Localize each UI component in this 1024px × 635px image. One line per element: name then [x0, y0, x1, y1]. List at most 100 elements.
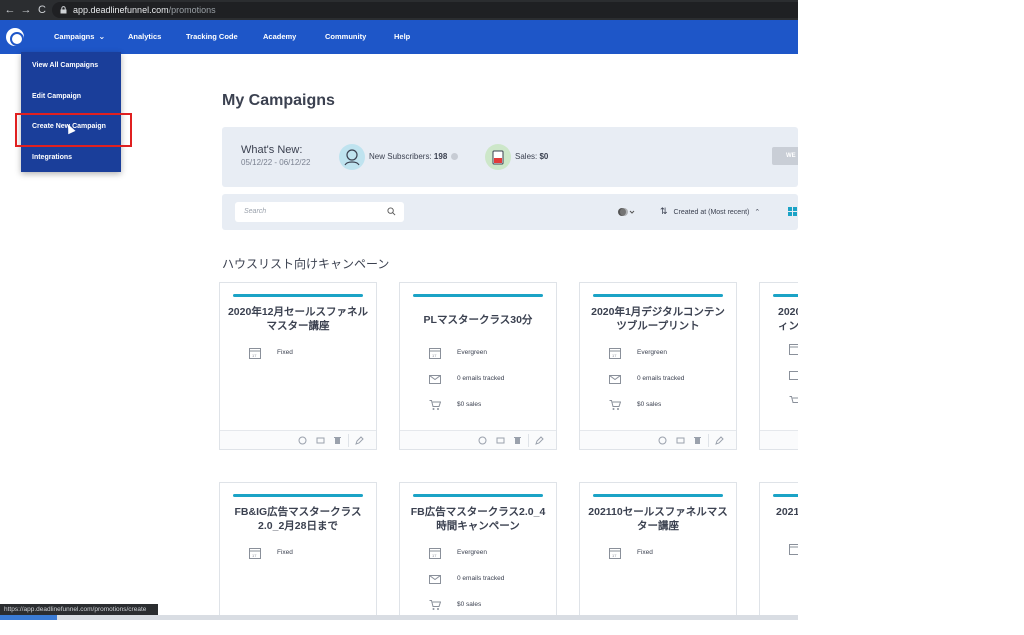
footer-divider	[708, 434, 709, 447]
stats-icon[interactable]	[658, 436, 667, 445]
campaign-title[interactable]: 202110セールスファネルマスター講座	[586, 505, 730, 533]
sales-count: $0 sales	[429, 399, 481, 410]
footer-divider	[348, 434, 349, 447]
sales-stat: Sales: $0	[515, 152, 548, 161]
campaign-title[interactable]: 2020年12月セールスファネルマスター講座	[226, 305, 370, 333]
status-bar-url: https://app.deadlinefunnel.com/promotion…	[0, 604, 158, 615]
campaign-title[interactable]: 2021	[776, 505, 798, 519]
cart-icon	[789, 396, 798, 403]
sales-icon	[485, 144, 511, 170]
campaign-card[interactable]: 202110セールスファネルマスター講座 17 Fixed	[579, 482, 737, 620]
grid-view-icon[interactable]	[788, 207, 797, 216]
sort-icon: ⇅	[660, 206, 668, 216]
card-accent-bar	[233, 294, 363, 297]
back-button[interactable]: ←	[2, 4, 18, 16]
campaigns-dropdown-menu: View All Campaigns Edit Campaign Create …	[21, 52, 121, 172]
calendar-icon	[789, 544, 798, 555]
subscribers-label: New Subscribers:	[369, 152, 432, 161]
calendar-icon: 17	[249, 347, 261, 359]
chevron-down-icon: ⌄	[98, 32, 106, 41]
campaign-type: 17 Fixed	[609, 547, 653, 559]
archive-icon[interactable]	[316, 436, 325, 445]
campaign-type: 17 Evergreen	[609, 347, 667, 359]
search-input[interactable]: Search	[235, 202, 404, 222]
svg-text:17: 17	[432, 353, 437, 358]
nav-community[interactable]: Community	[325, 20, 366, 54]
url-host: app.deadlinefunnel.com	[73, 5, 169, 15]
forward-button[interactable]: →	[18, 4, 34, 16]
edit-icon[interactable]	[535, 436, 544, 445]
campaign-card[interactable]: FB広告マスタークラス2.0_4時間キャンペーン 17 Evergreen 0 …	[399, 482, 557, 620]
edit-icon[interactable]	[355, 436, 364, 445]
view-toggle-icon[interactable]	[617, 207, 635, 217]
whats-new-date-range: 05/12/22 - 06/12/22	[241, 158, 311, 167]
campaign-title[interactable]: 2020 ィン	[778, 305, 798, 333]
info-icon[interactable]	[451, 153, 459, 160]
campaign-card[interactable]: 2021	[759, 482, 798, 620]
emails-tracked: 0 emails tracked	[609, 374, 684, 384]
subscriber-icon	[339, 144, 365, 170]
svg-text:17: 17	[432, 553, 437, 558]
footer-divider	[528, 434, 529, 447]
stats-icon[interactable]	[298, 436, 307, 445]
lock-icon	[60, 6, 67, 14]
menu-item-view-all-campaigns[interactable]: View All Campaigns	[32, 62, 98, 69]
whats-new-button[interactable]: WE	[772, 147, 798, 165]
calendar-icon: 17	[429, 547, 441, 559]
calendar-icon: 17	[609, 347, 621, 359]
card-accent-bar	[233, 494, 363, 497]
trash-icon[interactable]	[693, 436, 702, 445]
campaign-title[interactable]: FB広告マスタークラス2.0_4時間キャンペーン	[406, 505, 550, 533]
search-icon	[387, 207, 396, 216]
sales-count: $0 sales	[609, 399, 661, 410]
scrollbar-thumb[interactable]	[0, 615, 57, 620]
envelope-icon	[429, 574, 441, 584]
calendar-icon: 17	[249, 547, 261, 559]
section-title: ハウスリスト向けキャンペーン	[222, 257, 390, 271]
app-navbar: Campaigns ⌄ Analytics Tracking Code Acade…	[0, 20, 798, 54]
campaign-title[interactable]: 2020年1月デジタルコンテンツブループリント	[586, 305, 730, 333]
card-accent-bar	[413, 294, 543, 297]
svg-text:17: 17	[612, 353, 617, 358]
stats-icon[interactable]	[478, 436, 487, 445]
horizontal-scrollbar[interactable]	[0, 615, 798, 620]
card-accent-bar	[413, 494, 543, 497]
nav-tracking-code[interactable]: Tracking Code	[186, 20, 238, 54]
edit-icon[interactable]	[715, 436, 724, 445]
nav-academy[interactable]: Academy	[263, 20, 296, 54]
campaign-title[interactable]: FB&IG広告マスタークラス2.0_2月28日まで	[226, 505, 370, 533]
search-placeholder: Search	[244, 208, 267, 215]
reload-button[interactable]: C	[34, 4, 50, 16]
nav-analytics[interactable]: Analytics	[128, 20, 161, 54]
address-bar[interactable]: app.deadlinefunnel.com/promotions	[52, 2, 798, 18]
campaign-card[interactable]: FB&IG広告マスタークラス2.0_2月28日まで 17 Fixed	[219, 482, 377, 620]
archive-icon[interactable]	[496, 436, 505, 445]
whats-new-panel: What's New: 05/12/22 - 06/12/22 New Subs…	[222, 127, 798, 187]
campaign-title[interactable]: PLマスタークラス30分	[406, 313, 550, 327]
sort-label: Created at (Most recent)	[673, 209, 750, 216]
card-accent-bar	[593, 494, 723, 497]
campaign-type: 17 Evergreen	[429, 347, 487, 359]
nav-campaigns[interactable]: Campaigns ⌄	[54, 20, 105, 54]
campaign-card[interactable]: 2020年1月デジタルコンテンツブループリント 17 Evergreen 0 e…	[579, 282, 737, 450]
campaign-card[interactable]: PLマスタークラス30分 17 Evergreen 0 emails track…	[399, 282, 557, 450]
trash-icon[interactable]	[333, 436, 342, 445]
page-title: My Campaigns	[222, 92, 335, 109]
menu-item-edit-campaign[interactable]: Edit Campaign	[32, 93, 81, 100]
svg-text:17: 17	[612, 553, 617, 558]
campaign-card[interactable]: 2020年12月セールスファネルマスター講座 17 Fixed	[219, 282, 377, 450]
deadline-funnel-logo[interactable]	[6, 28, 24, 46]
trash-icon[interactable]	[513, 436, 522, 445]
archive-icon[interactable]	[676, 436, 685, 445]
nav-help[interactable]: Help	[394, 20, 410, 54]
card-footer	[220, 430, 376, 449]
card-footer	[760, 430, 798, 449]
menu-item-integrations[interactable]: Integrations	[32, 154, 72, 161]
calendar-icon: 17	[609, 547, 621, 559]
nav-campaigns-label: Campaigns	[54, 32, 95, 41]
campaign-card[interactable]: 2020 ィン	[759, 282, 798, 450]
cart-icon	[429, 399, 441, 410]
calendar-icon: 17	[429, 347, 441, 359]
envelope-icon	[789, 371, 798, 380]
sort-dropdown[interactable]: ⇅ Created at (Most recent) ⌃	[660, 206, 760, 217]
